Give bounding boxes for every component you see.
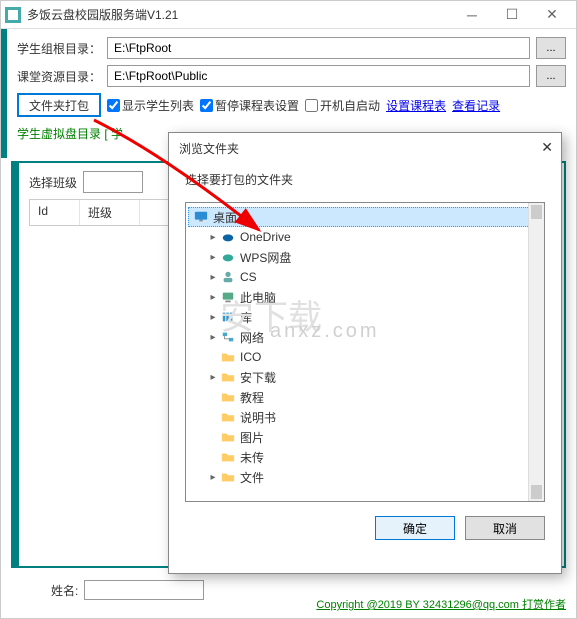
col-class[interactable]: 班级 [80,200,140,225]
tree-item-tutorial[interactable]: 教程 [216,387,542,407]
set-schedule-link[interactable]: 设置课程表 [386,97,446,114]
side-strip [1,29,7,158]
col-id[interactable]: Id [30,200,80,225]
name-input[interactable] [84,580,204,600]
computer-icon [220,290,236,304]
library-icon [220,310,236,324]
desktop-icon [193,210,209,224]
chevron-right-icon: ▸ [206,232,220,243]
show-list-checkbox[interactable]: 显示学生列表 [107,97,194,114]
root-dir-label: 学生组根目录： [17,40,101,57]
tree-scrollbar[interactable] [528,203,544,501]
tree-item-files[interactable]: ▸文件 [202,467,542,487]
ok-button[interactable]: 确定 [375,516,455,540]
tree-item-cs[interactable]: ▸CS [202,267,542,287]
tree-item-thispc[interactable]: ▸此电脑 [202,287,542,307]
cloud-icon [220,250,236,264]
folder-icon [220,350,236,364]
name-row: 姓名: [51,580,204,600]
tree-item-anxz[interactable]: ▸安下载 [202,367,542,387]
pack-folder-button[interactable]: 文件夹打包 [17,93,101,117]
tree-item-onedrive[interactable]: ▸OneDrive [202,227,542,247]
folder-tree[interactable]: 桌面 ▸OneDrive ▸WPS网盘 ▸CS ▸此电脑 ▸库 ▸网络 ICO … [185,202,545,502]
tree-item-manual[interactable]: 说明书 [216,407,542,427]
folder-icon [220,470,236,484]
select-class-input[interactable] [83,171,143,193]
tree-item-wps[interactable]: ▸WPS网盘 [202,247,542,267]
close-button[interactable]: ✕ [532,2,572,28]
name-label: 姓名: [51,582,78,599]
dialog-title: 浏览文件夹 [169,133,561,163]
tree-item-pictures[interactable]: 图片 [216,427,542,447]
pause-schedule-checkbox[interactable]: 暂停课程表设置 [200,97,299,114]
select-class-label: 选择班级 [29,174,77,191]
tree-item-ico[interactable]: ICO [216,347,542,367]
maximize-button[interactable]: ☐ [492,2,532,28]
cancel-button[interactable]: 取消 [465,516,545,540]
tree-item-untrans[interactable]: 未传 [216,447,542,467]
res-dir-browse-button[interactable]: ... [536,65,566,87]
tree-item-desktop[interactable]: 桌面 [188,207,542,227]
user-icon [220,270,236,284]
network-icon [220,330,236,344]
root-dir-input[interactable] [107,37,530,59]
res-dir-input[interactable] [107,65,530,87]
cloud-icon [220,230,236,244]
app-icon [5,7,21,23]
minimize-button[interactable]: ─ [452,2,492,28]
folder-icon [220,450,236,464]
folder-icon [220,370,236,384]
view-log-link[interactable]: 查看记录 [452,97,500,114]
folder-icon [220,410,236,424]
window-title: 多饭云盘校园版服务端V1.21 [27,6,452,23]
tree-item-lib[interactable]: ▸库 [202,307,542,327]
autostart-checkbox[interactable]: 开机自启动 [305,97,380,114]
copyright-link[interactable]: Copyright @2019 BY 32431296@qq.com 打赏作者 [316,596,566,612]
dialog-close-button[interactable]: ✕ [541,139,553,156]
browse-folder-dialog: 浏览文件夹 ✕ 选择要打包的文件夹 桌面 ▸OneDrive ▸WPS网盘 ▸C… [168,132,562,574]
titlebar: 多饭云盘校园版服务端V1.21 ─ ☐ ✕ [1,1,576,29]
res-dir-label: 课堂资源目录： [17,68,101,85]
folder-icon [220,430,236,444]
tree-item-network[interactable]: ▸网络 [202,327,542,347]
folder-icon [220,390,236,404]
root-dir-browse-button[interactable]: ... [536,37,566,59]
dialog-prompt: 选择要打包的文件夹 [185,171,545,188]
